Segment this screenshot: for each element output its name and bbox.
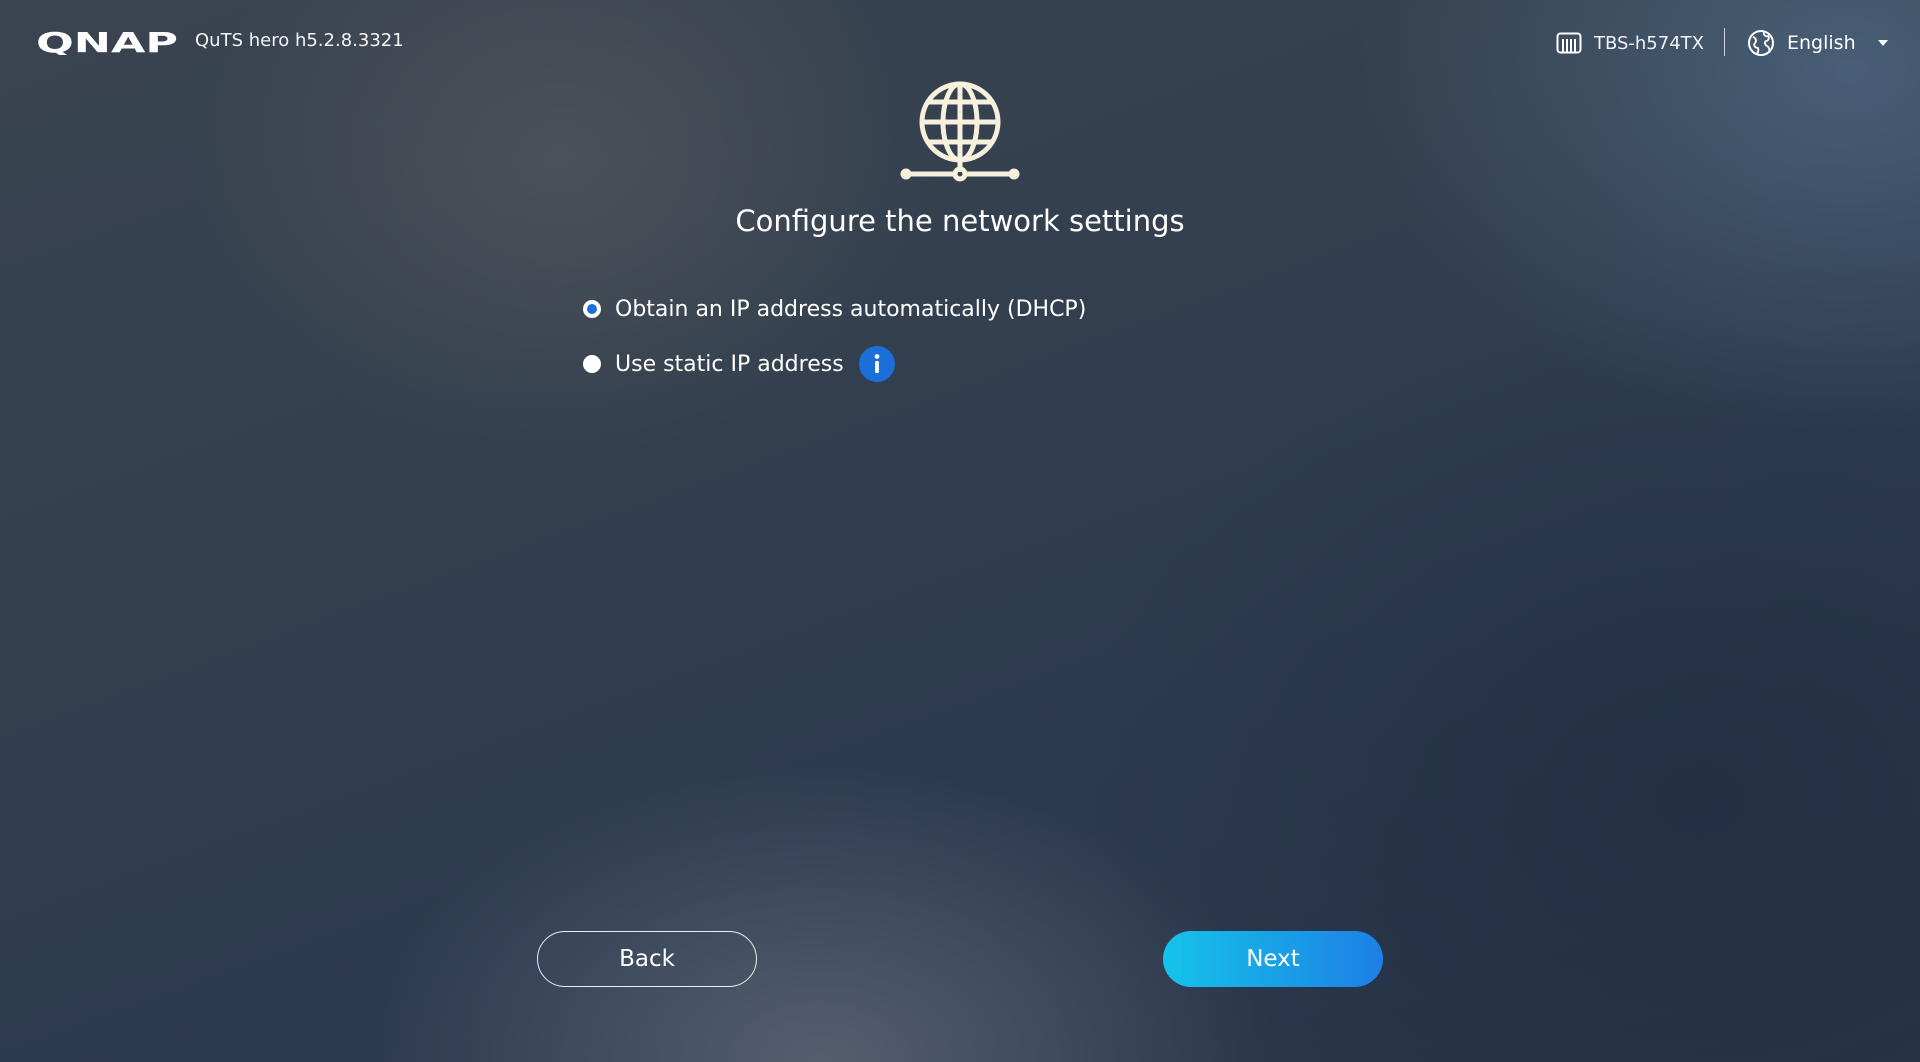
dhcp-option[interactable]: Obtain an IP address automatically (DHCP… [583,292,1086,326]
language-selector[interactable]: English [1747,28,1888,58]
static-ip-option-label: Use static IP address [615,351,844,377]
network-globe-icon [900,81,1020,182]
svg-text:QNAP: QNAP [36,27,178,55]
device-info: TBS-h574TX [1556,28,1704,58]
header-divider [1724,28,1725,56]
static-ip-option[interactable]: Use static IP address [583,346,895,382]
chevron-down-icon [1877,40,1888,46]
back-button[interactable]: Back [537,931,757,987]
info-icon[interactable] [858,346,895,382]
language-label: English [1787,32,1856,54]
dhcp-option-label: Obtain an IP address automatically (DHCP… [615,296,1087,322]
static-ip-radio[interactable] [583,355,601,373]
next-button[interactable]: Next [1163,931,1383,987]
page-title: Configure the network settings [735,204,1185,238]
nas-device-icon [1556,32,1582,54]
qnap-logo: QNAP [36,27,178,55]
dhcp-radio[interactable] [583,300,601,318]
firmware-version: QuTS hero h5.2.8.3321 [195,30,404,51]
top-bar: QNAP QuTS hero h5.2.8.3321 TBS-h574TX En… [0,0,1920,84]
globe-icon [1748,30,1774,56]
device-name: TBS-h574TX [1593,32,1704,54]
